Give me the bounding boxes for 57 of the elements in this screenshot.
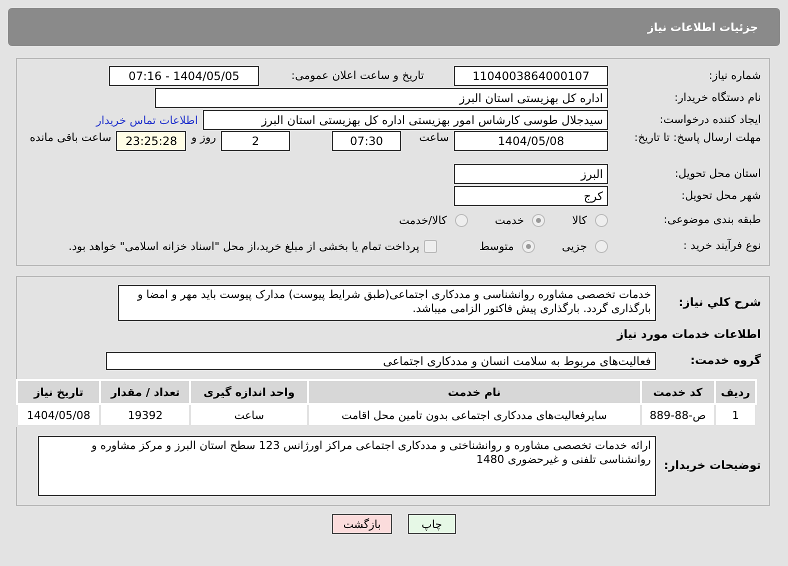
column-header: نام خدمت [308,380,641,404]
time-label: ساعت [419,131,449,144]
page-title: جزئیات اطلاعات نیاز [8,8,780,46]
description-field[interactable]: خدمات تخصصی مشاوره روانشناسی و مددکاری اجتماعی(طبق شرایط پیوست) مدارک پیوست باید مهر و امضا و بارگذاری گردد. بارگذاری پیش فاکتور الزامی میباشد. [118,285,656,321]
column-header: کد خدمت [640,380,715,404]
table-cell: 1404/05/08 [17,404,100,426]
field-label: نام دستگاه خریدار: [673,92,761,104]
input-field[interactable]: اداره کل بهزیستی استان البرز [155,88,608,108]
option-label: خدمت [494,214,524,226]
option-label: جزیی [562,240,587,252]
input-field[interactable]: فعالیت‌های مربوط به سلامت انسان و مددکاری اجتماعی [106,352,656,370]
days-label: روز و [191,131,216,144]
remaining-label: ساعت باقی مانده [30,131,112,144]
back-button[interactable]: بازگشت [332,514,392,534]
input-field[interactable]: 07:30 [332,131,402,151]
field-label: گروه خدمت: [689,354,761,368]
column-header: تعداد / مقدار [100,380,190,404]
radio-button[interactable] [532,214,546,226]
radio-button[interactable] [454,214,468,226]
radio-button[interactable] [595,214,608,226]
radio-button[interactable] [522,240,535,252]
field-label: ایجاد کننده درخواست: [658,114,761,126]
field-label: نوع فرآیند خرید : [682,240,761,252]
option-label: کالا/خدمت [399,214,447,226]
radio-button[interactable] [595,240,608,252]
field-label: طبقه بندی موضوعی: [662,214,761,226]
input-field[interactable]: 1104003864000107 [454,66,608,86]
column-header: ردیف [715,380,756,404]
input-field[interactable]: سیدجلال طوسی کارشاس امور بهزیستی اداره کل بهزیستی استان البرز [203,110,608,130]
column-header: واحد اندازه گیری [190,380,308,404]
checkbox[interactable] [424,240,438,252]
field-label: استان محل تحویل: [674,168,761,180]
table-cell: ص-88-889 [640,404,715,426]
field-label: تاریخ و ساعت اعلان عمومی: [290,70,424,82]
input-field[interactable]: البرز [454,164,608,184]
table-cell: 1 [715,404,756,426]
checkbox-label: پرداخت تمام یا بخشی از مبلغ خرید،از محل "اسناد خزانه اسلامی" خواهد بود. [68,240,420,252]
print-button[interactable]: چاپ [408,514,456,534]
table-cell: 19392 [100,404,190,426]
field-label: شهر محل تحویل: [680,190,761,202]
input-field[interactable]: کرج [454,186,608,206]
field-label: شماره نیاز: [708,70,761,82]
section-heading: اطلاعات خدمات مورد نیاز [616,328,761,342]
column-header: تاریخ نیاز [17,380,100,404]
notes-field[interactable]: ارائه خدمات تخصصی مشاوره و روانشناختی و مددکاری اجتماعی مراکز اورژانس 123 سطح استان البرز و مرکز مشاوره و روانشناسی تلفنی و غیرحضوری 1480 [38,436,656,496]
input-field[interactable]: 1404/05/05 - 07:16 [109,66,259,86]
option-label: متوسط [479,240,514,252]
contact-link[interactable]: اطلاعات تماس خریدار [96,114,198,126]
table-cell: سایرفعالیت‌های مددکاری اجتماعی بدون تامین محل اقامت [308,404,641,426]
remaining-time: 23:25:28 [116,131,186,151]
option-label: کالا [572,214,587,226]
input-field[interactable]: 1404/05/08 [454,131,608,151]
table-cell: ساعت [190,404,308,426]
field-label: توضیحات خریدار: [662,459,761,473]
field-label: مهلت ارسال پاسخ: تا تاریخ: [633,131,761,144]
field-label: شرح کلي نياز: [678,296,761,310]
input-field[interactable]: 2 [221,131,290,151]
